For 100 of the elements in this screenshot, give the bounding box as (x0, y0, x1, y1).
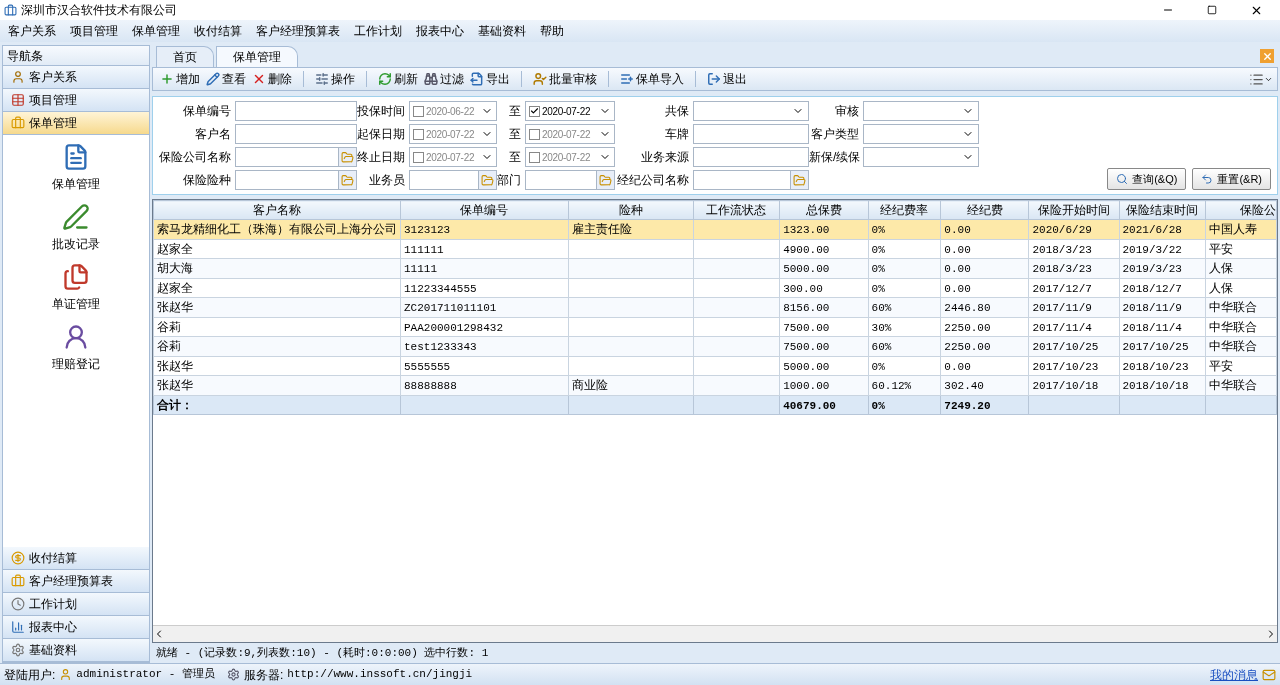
input-field[interactable] (693, 147, 809, 167)
toolbar-button[interactable]: 刷新 (375, 69, 421, 89)
menu-item[interactable]: 工作计划 (354, 22, 402, 40)
table-row[interactable]: 赵家全 11223344555 300.00 0% 0.00 2017/12/7 2018/12/7 人保 (153, 278, 1277, 298)
table-row[interactable]: 张赵华 88888888 商业险 1000.00 60.12% 302.40 2017/10/18 2018/10/18 中华联合 (153, 375, 1277, 395)
toolbar-button[interactable]: 导出 (467, 69, 513, 89)
menu-item[interactable]: 基础资料 (478, 22, 526, 40)
checkbox[interactable] (413, 105, 424, 117)
dropdown-field[interactable] (863, 147, 979, 167)
date-field[interactable]: 2020-07-22 (525, 124, 615, 144)
nav-subitem[interactable]: 保单管理 (52, 143, 100, 193)
tab[interactable]: 首页 (156, 46, 214, 67)
toolbar-button[interactable]: 增加 (157, 69, 203, 89)
nav-item[interactable]: 项目管理 (3, 89, 149, 112)
horizontal-scrollbar[interactable] (153, 625, 1277, 642)
table-row[interactable]: 谷莉 PAA200001298432 7500.00 30% 2250.00 2017/11/4 2018/11/4 中华联合 (153, 317, 1277, 337)
folder-button[interactable] (338, 171, 356, 189)
column-header[interactable]: 客户名称 (153, 200, 401, 220)
column-header[interactable]: 工作流状态 (693, 200, 780, 220)
dropdown-field[interactable] (863, 124, 979, 144)
undo-icon (1201, 173, 1214, 185)
folder-button[interactable] (790, 171, 808, 189)
nav-subitem[interactable]: 单证管理 (52, 263, 100, 313)
table-row[interactable]: 谷莉 test1233343 7500.00 60% 2250.00 2017/10/25 2017/10/25 中华联合 (153, 336, 1277, 356)
nav-item[interactable]: 基础资料 (3, 639, 149, 662)
nav-item[interactable]: 保单管理 (3, 112, 149, 135)
picker-field[interactable] (235, 147, 357, 167)
folder-button[interactable] (478, 171, 496, 189)
table-cell: 2021/6/28 (1122, 224, 1182, 236)
menu-item[interactable]: 帮助 (540, 22, 564, 40)
menu-item[interactable]: 收付结算 (194, 22, 242, 40)
checkbox[interactable] (529, 128, 540, 140)
nav-header: 导航条 (3, 46, 149, 66)
date-field[interactable]: 2020-07-22 (525, 147, 615, 167)
checkbox[interactable] (529, 105, 540, 117)
table-row[interactable]: 张赵华 ZC201711011101 8156.00 60% 2446.80 2017/11/9 2018/11/9 中华联合 (153, 297, 1277, 317)
column-header[interactable]: 总保费 (779, 200, 869, 220)
checkbox[interactable] (413, 151, 424, 163)
check-icon (530, 106, 539, 116)
toolbar-button[interactable]: 删除 (249, 69, 295, 89)
tab[interactable]: 保单管理 (216, 46, 298, 67)
toolbar-button[interactable]: 查看 (203, 69, 249, 89)
table-cell: 中华联合 (1208, 300, 1257, 315)
plus-icon (160, 72, 174, 86)
column-header[interactable]: 保险公 (1205, 200, 1277, 220)
input-field[interactable] (693, 124, 809, 144)
toolbar-button[interactable]: 批量审核 (530, 69, 600, 89)
nav-item[interactable]: 收付结算 (3, 547, 149, 570)
date-field[interactable]: 2020-07-22 (409, 147, 497, 167)
nav-item[interactable]: 报表中心 (3, 616, 149, 639)
toolbar-button[interactable]: 操作 (312, 69, 358, 89)
search-button[interactable]: 查询(&Q) (1107, 168, 1187, 190)
messages-link[interactable]: 我的消息 (1210, 665, 1258, 684)
menu-item[interactable]: 报表中心 (416, 22, 464, 40)
dropdown-field[interactable] (693, 101, 809, 121)
close-icon (1261, 50, 1273, 62)
nav-item[interactable]: 客户经理预算表 (3, 570, 149, 593)
nav-subitem[interactable]: 批改记录 (52, 203, 100, 253)
table-row[interactable]: 张赵华 5555555 5000.00 0% 0.00 2017/10/23 2018/10/23 平安 (153, 356, 1277, 376)
nav-subitem[interactable]: 理赔登记 (52, 323, 100, 373)
toolbar-button[interactable]: 保单导入 (617, 69, 687, 89)
toolbar-button[interactable]: 过滤 (421, 69, 467, 89)
column-header[interactable]: 保险结束时间 (1119, 200, 1206, 220)
menu-item[interactable]: 客户关系 (8, 22, 56, 40)
checkbox[interactable] (413, 128, 424, 140)
menu-item[interactable]: 客户经理预算表 (256, 22, 340, 40)
checkbox[interactable] (529, 151, 540, 163)
column-header[interactable]: 险种 (568, 200, 694, 220)
maximize-icon (1207, 5, 1217, 15)
table-row[interactable]: 胡大海 11111 5000.00 0% 0.00 2018/3/23 2019/3/23 人保 (153, 258, 1277, 278)
column-header[interactable]: 经纪费率 (868, 200, 941, 220)
reset-button[interactable]: 重置(&R) (1192, 168, 1271, 190)
column-header[interactable]: 保险开始时间 (1028, 200, 1119, 220)
date-field[interactable]: 2020-07-22 (409, 124, 497, 144)
column-header[interactable]: 保单编号 (400, 200, 569, 220)
input-field[interactable] (235, 101, 357, 121)
toolbar-button[interactable]: 退出 (704, 69, 750, 89)
menu-item[interactable]: 保单管理 (132, 22, 180, 40)
table-cell: 2017/11/9 (1032, 302, 1092, 314)
folder-button[interactable] (338, 148, 356, 166)
table-cell: 111111 (404, 243, 444, 256)
picker-field[interactable] (235, 170, 357, 190)
nav-item[interactable]: 工作计划 (3, 593, 149, 616)
dropdown-field[interactable] (863, 101, 979, 121)
table-row[interactable]: 赵家全 111111 4900.00 0% 0.00 2018/3/23 2019/3/22 平安 (153, 239, 1277, 259)
picker-field[interactable] (409, 170, 497, 190)
field-label: 业务员 (368, 172, 406, 189)
table-row[interactable]: 索马龙精细化工（珠海）有限公司上海分公司 3123123 雇主责任险 1323.00 0% 0.00 2020/6/29 2021/6/28 中国人寿 (153, 219, 1277, 239)
table-cell: 5555555 (404, 360, 451, 373)
column-header[interactable]: 经纪费 (940, 200, 1029, 220)
options-button[interactable] (1249, 71, 1273, 87)
date-field[interactable]: 2020-06-22 (409, 101, 497, 121)
menu-item[interactable]: 项目管理 (70, 22, 118, 40)
date-field[interactable]: 2020-07-22 (525, 101, 615, 121)
picker-field[interactable] (693, 170, 809, 190)
input-field[interactable] (235, 124, 357, 144)
nav-item[interactable]: 客户关系 (3, 66, 149, 89)
field-label: 共保 (664, 103, 690, 120)
folder-button[interactable] (596, 171, 614, 189)
picker-field[interactable] (525, 170, 615, 190)
